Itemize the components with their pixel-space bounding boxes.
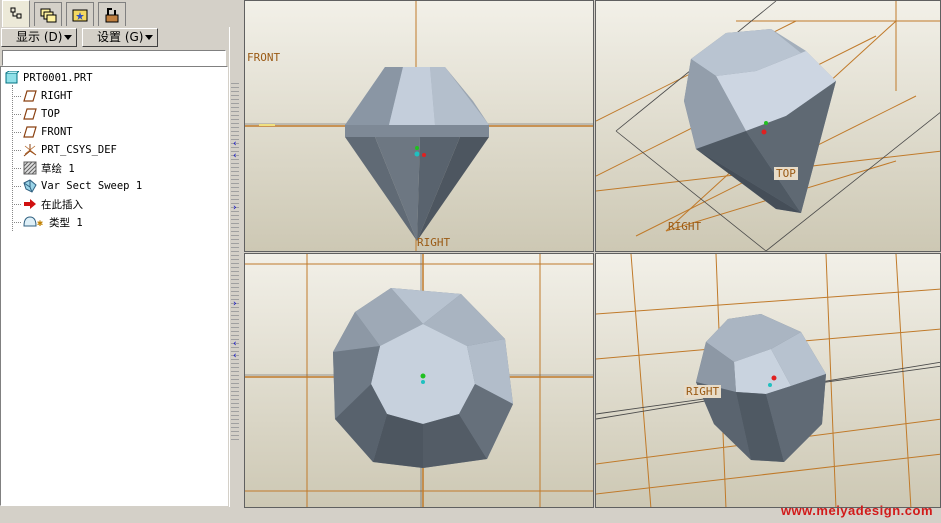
front-view-graphic xyxy=(245,1,593,251)
tab-favorites[interactable] xyxy=(66,2,94,26)
plane-label-right: RIGHT xyxy=(668,220,702,233)
tree-item-label: FRONT xyxy=(41,126,73,138)
tree-item-insert-here[interactable]: 在此插入 xyxy=(23,196,83,212)
tree-connector xyxy=(12,222,21,223)
insert-here-arrow-icon xyxy=(23,197,37,211)
chevron-down-icon xyxy=(64,35,72,40)
sketch-icon xyxy=(23,161,37,175)
chevron-left-icon[interactable]: ‹ xyxy=(233,152,237,161)
navigator-tabs xyxy=(0,0,241,27)
tree-item-label: TOP xyxy=(41,108,60,120)
chevron-down-icon xyxy=(145,35,153,40)
viewport-isometric-2[interactable]: RIGHT xyxy=(595,253,941,508)
chevron-left-icon[interactable]: ‹ xyxy=(233,140,237,149)
tree-item-front[interactable]: FRONT xyxy=(23,124,73,140)
tab-layers[interactable] xyxy=(34,2,62,26)
tree-item-sweep[interactable]: Var Sect Sweep 1 xyxy=(23,178,142,194)
tree-connector xyxy=(12,85,13,231)
model-tree: PRT0001.PRT RIGHT TOP FRONT PRT_CSYS_DEF… xyxy=(0,66,228,506)
tree-item-label: Var Sect Sweep 1 xyxy=(41,180,143,192)
chevron-left-icon[interactable]: ‹ xyxy=(233,340,237,349)
viewport-top[interactable] xyxy=(244,253,594,508)
plane-label-top: TOP xyxy=(774,167,798,180)
tree-connector xyxy=(12,168,21,169)
isometric-2-view-graphic xyxy=(596,254,940,507)
tree-connector xyxy=(12,96,21,97)
tree-item-right[interactable]: RIGHT xyxy=(23,88,73,104)
tree-menubar: 显示 (D) 设置 (G) xyxy=(0,27,232,49)
tree-connector xyxy=(12,186,21,187)
viewport-isometric[interactable]: TOP RIGHT xyxy=(595,0,941,252)
favorites-folder-icon xyxy=(72,9,88,21)
type-feature-icon: ✱ xyxy=(23,215,45,229)
tree-item-label: PRT_CSYS_DEF xyxy=(41,144,117,156)
tab-tools[interactable] xyxy=(98,2,126,26)
model-tree-icon xyxy=(10,7,22,19)
tree-root[interactable]: PRT0001.PRT xyxy=(5,70,93,86)
datum-plane-icon xyxy=(23,89,37,103)
settings-menu-button[interactable]: 设置 (G) xyxy=(82,28,158,47)
chevron-right-icon[interactable]: › xyxy=(233,204,237,213)
chevron-right-icon[interactable]: › xyxy=(233,300,237,309)
tree-connector xyxy=(12,150,21,151)
plane-label-front: FRONT xyxy=(247,51,281,64)
watermark-text: www.meiyadesign.com xyxy=(780,503,933,518)
sweep-feature-icon xyxy=(23,179,37,193)
show-menu-label: 显示 (D) xyxy=(16,30,63,44)
tree-connector xyxy=(12,114,21,115)
tab-model-tree[interactable] xyxy=(2,0,30,27)
top-view-graphic xyxy=(245,254,593,507)
part-icon xyxy=(5,70,21,85)
plane-label-right: RIGHT xyxy=(684,385,722,398)
plane-label-right: RIGHT xyxy=(417,236,451,249)
svg-text:✱: ✱ xyxy=(37,218,43,229)
tree-item-csys[interactable]: PRT_CSYS_DEF xyxy=(23,142,117,158)
chevron-left-icon[interactable]: ‹ xyxy=(233,352,237,361)
tree-filter-field[interactable] xyxy=(2,50,226,66)
viewport-front[interactable]: FRONT RIGHT xyxy=(244,0,594,252)
tree-item-label: RIGHT xyxy=(41,90,73,102)
tree-root-label: PRT0001.PRT xyxy=(23,72,93,84)
layers-icon xyxy=(40,8,57,22)
tree-item-label: 草绘 1 xyxy=(41,162,75,175)
tree-item-sketch[interactable]: 草绘 1 xyxy=(23,160,75,176)
tree-item-label: 类型 1 xyxy=(49,216,83,229)
isometric-view-graphic xyxy=(596,1,940,251)
panel-sash-handle[interactable] xyxy=(231,80,239,440)
settings-menu-label: 设置 (G) xyxy=(97,30,144,44)
coordinate-system-icon xyxy=(23,143,37,157)
tools-icon xyxy=(105,7,119,22)
datum-plane-icon xyxy=(23,125,37,139)
tree-item-top[interactable]: TOP xyxy=(23,106,60,122)
datum-plane-icon xyxy=(23,107,37,121)
tree-item-type[interactable]: ✱ 类型 1 xyxy=(23,214,83,230)
tree-item-label: 在此插入 xyxy=(41,198,83,211)
tree-connector xyxy=(12,132,21,133)
tree-connector xyxy=(12,204,21,205)
show-menu-button[interactable]: 显示 (D) xyxy=(1,28,77,47)
